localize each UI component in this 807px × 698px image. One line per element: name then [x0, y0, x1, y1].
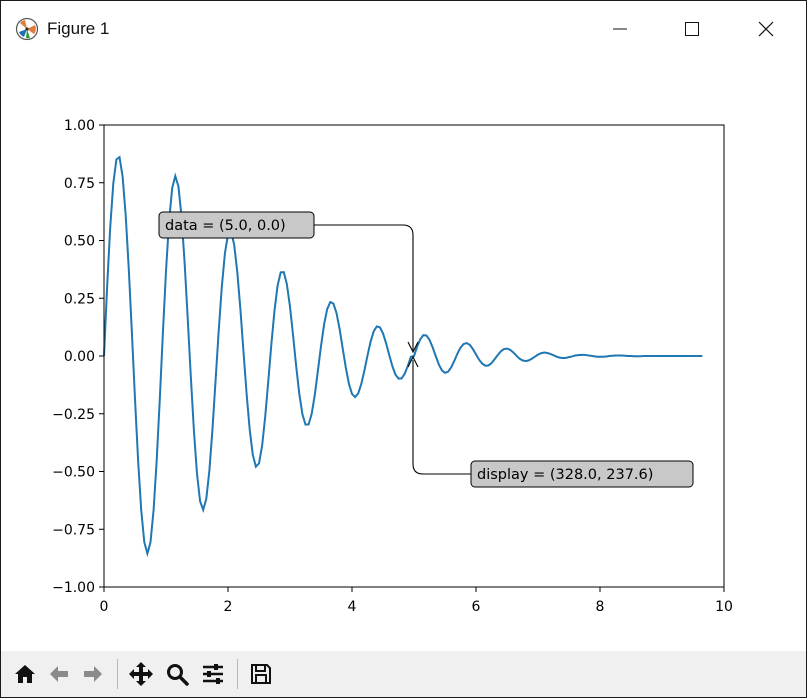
y-tick-label: 0.00 [64, 349, 95, 365]
matplotlib-logo-icon [15, 17, 39, 41]
zoom-button[interactable] [163, 660, 191, 688]
plot-svg: 1.00 0.75 0.50 0.25 0.00 −0.25 −0.50 −0.75 −1.00… [52, 118, 733, 615]
home-icon [15, 665, 35, 683]
back-arrow-icon [50, 666, 68, 682]
y-tick-label: 0.50 [64, 234, 95, 250]
configure-subplots-button[interactable] [199, 660, 227, 688]
pan-move-icon [129, 662, 153, 686]
y-tick-label: −1.00 [52, 580, 95, 596]
figure-canvas[interactable]: 1.00 0.75 0.50 0.25 0.00 −0.25 −0.50 −0.75 −1.00… [1, 57, 806, 649]
annotation-text-data: data = (5.0, 0.0) [165, 218, 286, 234]
annotation-arrow-display [412, 360, 471, 475]
y-tick-label: −0.25 [52, 407, 95, 423]
x-tick-label: 10 [715, 599, 733, 615]
back-button[interactable] [45, 660, 73, 688]
x-tick-label: 6 [472, 599, 481, 615]
forward-arrow-icon [84, 666, 102, 682]
x-tick-label: 4 [348, 599, 357, 615]
y-tick-label: 0.75 [64, 176, 95, 192]
window-title: Figure 1 [47, 19, 110, 38]
toolbar-separator [117, 659, 118, 689]
x-axis: 0 2 4 6 8 10 [100, 587, 733, 615]
navigation-toolbar [1, 651, 806, 697]
save-floppy-icon [251, 664, 271, 684]
home-button[interactable] [11, 660, 39, 688]
save-button[interactable] [247, 660, 275, 688]
pan-button[interactable] [127, 660, 155, 688]
forward-button[interactable] [79, 660, 107, 688]
y-axis: 1.00 0.75 0.50 0.25 0.00 −0.25 −0.50 −0.75 −1.00 [52, 118, 104, 596]
title-bar[interactable]: Figure 1 [1, 1, 806, 57]
y-tick-label: −0.75 [52, 522, 95, 538]
figure-window: Figure 1 1.00 0.75 0.50 0.25 0.00 −0.25 −0.50 −… [0, 0, 807, 698]
y-tick-label: 0.25 [64, 291, 95, 307]
annotation-arrow-data [314, 224, 414, 350]
configure-subplots-icon [203, 664, 223, 684]
y-tick-label: −0.50 [52, 465, 95, 481]
minimize-icon [613, 28, 627, 30]
minimize-button[interactable] [597, 13, 643, 45]
x-tick-label: 2 [224, 599, 233, 615]
close-button[interactable] [743, 13, 789, 45]
maximize-button[interactable] [669, 13, 715, 45]
annotation-text-display: display = (328.0, 237.6) [477, 467, 653, 483]
close-icon [758, 21, 774, 37]
maximize-icon [685, 22, 699, 36]
x-tick-label: 0 [100, 599, 109, 615]
toolbar-separator [237, 659, 238, 689]
y-tick-label: 1.00 [64, 118, 95, 134]
x-tick-label: 8 [596, 599, 605, 615]
zoom-magnifier-icon [167, 664, 189, 686]
